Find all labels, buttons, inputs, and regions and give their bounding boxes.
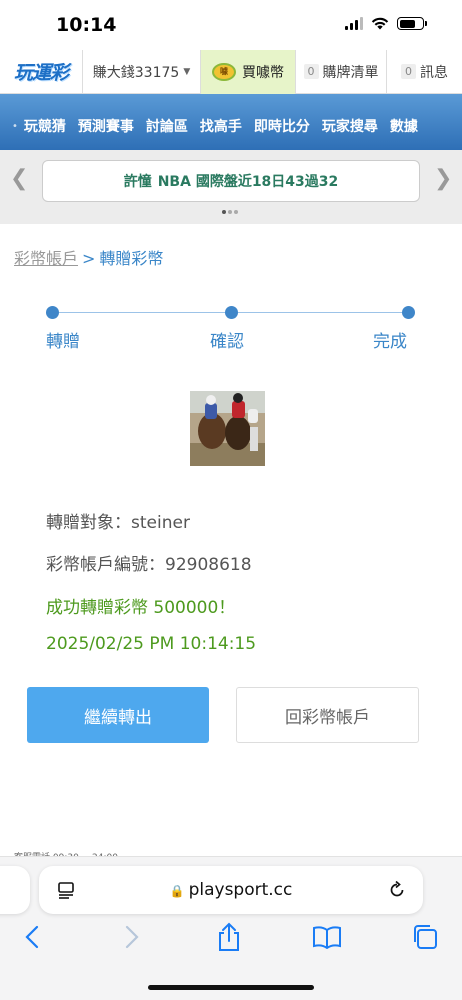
- success-message: 成功轉贈彩幣 500000！: [46, 598, 236, 618]
- status-icons: [345, 17, 427, 30]
- messages-count-badge: 0: [401, 64, 416, 79]
- url-text: playsport.cc: [188, 880, 293, 900]
- back-to-coin-account-button[interactable]: 回彩幣帳戶: [236, 687, 419, 743]
- recipient-avatar: [190, 391, 265, 466]
- buy-coins-button[interactable]: 噱 買噱幣: [200, 49, 295, 94]
- site-header: 玩運彩 賺大錢33175 ▼ 噱 買噱幣 0 購牌清單 0 訊息: [0, 49, 462, 94]
- ticker: ❮ 許憧 NBA 國際盤近18日43過32 ❯: [0, 150, 462, 224]
- status-time: 10:14: [56, 14, 117, 36]
- status-bar: 10:14: [0, 0, 462, 50]
- tabs-icon[interactable]: [410, 922, 440, 952]
- share-icon[interactable]: [214, 922, 244, 952]
- step-dot-confirm: [225, 306, 238, 319]
- pagination-dot: [234, 210, 238, 214]
- nav-item-experts[interactable]: 找高手: [200, 116, 242, 136]
- account-number-text: 彩幣帳戶編號：92908618: [46, 555, 252, 575]
- previous-tab-card[interactable]: [0, 866, 30, 914]
- transfer-timestamp: 2025/02/25 PM 10:14:15: [46, 634, 257, 654]
- messages-link[interactable]: 0 訊息: [386, 49, 462, 94]
- step-label-transfer: 轉贈: [46, 332, 80, 352]
- address-bar[interactable]: 🔒 playsport.cc: [39, 866, 423, 914]
- continue-transfer-button[interactable]: 繼續轉出: [27, 687, 209, 743]
- nav-item-guess[interactable]: 玩競猜: [24, 116, 66, 136]
- nav-item-player-search[interactable]: 玩家搜尋: [322, 116, 378, 136]
- breadcrumb-current: 轉贈彩幣: [99, 249, 164, 268]
- chevron-right-icon[interactable]: ❯: [434, 166, 452, 191]
- site-logo[interactable]: 玩運彩: [0, 50, 82, 94]
- main-nav: • 玩競猜 預測賽事 討論區 找高手 即時比分 玩家搜尋 數據: [0, 94, 462, 150]
- wifi-icon: [371, 17, 389, 30]
- coin-icon: 噱: [212, 62, 236, 81]
- back-arrow-icon[interactable]: [17, 922, 47, 952]
- breadcrumb-separator: >: [82, 249, 96, 268]
- recipient-text: 轉贈對象：steiner: [46, 513, 190, 533]
- nav-item-data[interactable]: 數據: [390, 116, 418, 136]
- nav-item-livescore[interactable]: 即時比分: [254, 116, 310, 136]
- caret-down-icon: ▼: [183, 66, 191, 77]
- battery-icon: [397, 17, 427, 30]
- lock-icon: 🔒: [169, 884, 185, 898]
- forward-arrow-icon[interactable]: [117, 922, 147, 952]
- earn-money-dropdown[interactable]: 賺大錢33175 ▼: [82, 49, 200, 94]
- step-dot-complete: [402, 306, 415, 319]
- logo-text: 玩運彩: [13, 62, 69, 84]
- breadcrumb-coin-account[interactable]: 彩幣帳戶: [14, 249, 78, 268]
- reload-icon[interactable]: [387, 880, 407, 900]
- pagination-dot: [228, 210, 232, 214]
- home-indicator[interactable]: [148, 985, 314, 990]
- step-dot-transfer: [46, 306, 59, 319]
- cart-link[interactable]: 0 購牌清單: [295, 49, 386, 94]
- ticker-pagination: [222, 210, 238, 214]
- nav-item-forum[interactable]: 討論區: [146, 116, 188, 136]
- breadcrumb: 彩幣帳戶 > 轉贈彩幣: [14, 245, 163, 269]
- cart-label: 購牌清單: [322, 64, 379, 81]
- bookmarks-icon[interactable]: [312, 922, 342, 952]
- signal-icon: [345, 17, 363, 30]
- chevron-left-icon[interactable]: ❮: [10, 166, 28, 191]
- step-label-complete: 完成: [373, 332, 407, 352]
- pagination-dot: [222, 210, 226, 214]
- buy-coins-label: 買噱幣: [242, 64, 284, 81]
- cart-count-badge: 0: [303, 64, 319, 79]
- url-display[interactable]: 🔒 playsport.cc: [39, 880, 423, 900]
- earn-money-label: 賺大錢33175: [92, 64, 180, 81]
- messages-label: 訊息: [420, 64, 448, 81]
- nav-item-predict[interactable]: 預測賽事: [78, 116, 134, 136]
- ticker-item[interactable]: 許憧 NBA 國際盤近18日43過32: [42, 160, 420, 202]
- ticker-user: 許憧: [123, 174, 152, 190]
- step-label-confirm: 確認: [210, 332, 244, 352]
- nav-marker-icon: •: [12, 120, 18, 132]
- ticker-text: NBA 國際盤近18日43過32: [157, 174, 339, 190]
